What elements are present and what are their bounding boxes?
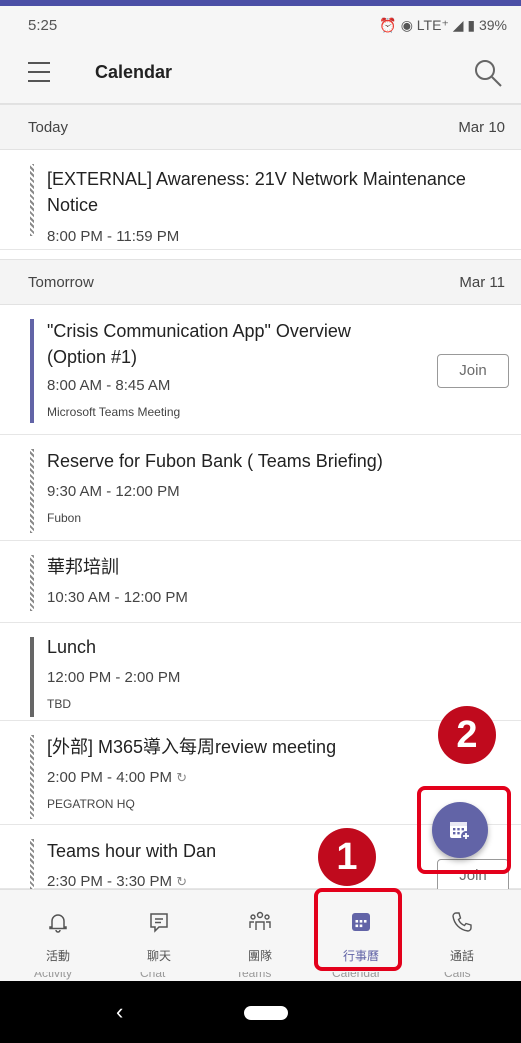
- event-title: "Crisis Communication App" Overview: [47, 321, 351, 341]
- recurring-icon: ↻: [176, 770, 188, 785]
- event-location: Fubon: [47, 511, 82, 525]
- event-title: Lunch: [47, 637, 97, 657]
- event-title: 華邦培訓: [47, 557, 119, 577]
- nav-label: 通話: [449, 949, 474, 963]
- menu-icon[interactable]: [28, 62, 52, 84]
- event-status-bar: [30, 637, 34, 717]
- bottom-nav: 活動 聊天 團隊 行事曆 通話 Activity Chat Teams Cale…: [0, 889, 521, 981]
- event-item[interactable]: "Crisis Communication App" Overview (Opt…: [0, 305, 521, 435]
- status-time: 5:25: [28, 17, 58, 34]
- nav-label: 活動: [45, 949, 70, 963]
- nav-label: 聊天: [146, 949, 171, 963]
- event-time: 2:30 PM - 3:30 PM: [47, 873, 173, 890]
- event-location: PEGATRON HQ: [47, 797, 135, 811]
- join-button[interactable]: Join: [437, 354, 509, 388]
- event-status-bar: [30, 449, 34, 533]
- event-time-row: 2:30 PM - 3:30 PM ↻: [47, 873, 187, 890]
- nav-item-calls[interactable]: 通話: [412, 890, 512, 970]
- day-header-today: Today Mar 10: [0, 104, 521, 150]
- status-bar: 5:25 ⏰ ◉ LTE⁺ ◢ ▮ 39%: [0, 6, 521, 46]
- nav-ghost-label: Teams: [236, 972, 272, 980]
- event-location: TBD: [47, 697, 71, 711]
- event-title-continued: Notice: [47, 195, 99, 215]
- day-date: Mar 11: [459, 274, 505, 291]
- event-title: Teams hour with Dan: [47, 841, 217, 861]
- callout-badge-1: 1: [318, 828, 376, 886]
- nav-ghost-label: Calls: [444, 972, 471, 980]
- highlight-box-new-event: [417, 786, 511, 874]
- event-title: [外部] M365導入每周review meeting: [47, 737, 337, 757]
- home-button[interactable]: [244, 1006, 288, 1020]
- nav-ghost-label: Chat: [140, 972, 166, 980]
- event-item[interactable]: 華邦培訓 10:30 AM - 12:00 PM: [0, 541, 521, 623]
- event-status-bar: [30, 555, 34, 611]
- nav-item-chat[interactable]: 聊天: [109, 890, 209, 970]
- nav-ghost-label: Calendar: [332, 972, 381, 980]
- status-indicators: ⏰ ◉ LTE⁺ ◢ ▮ 39%: [379, 17, 507, 33]
- nav-item-teams[interactable]: 團隊: [210, 890, 310, 970]
- event-location: Microsoft Teams Meeting: [47, 405, 181, 419]
- event-title: [EXTERNAL] Awareness: 21V Network Mainte…: [47, 169, 466, 189]
- event-status-bar: [30, 164, 34, 236]
- event-time: 10:30 AM - 12:00 PM: [47, 589, 188, 606]
- event-status-bar: [30, 839, 34, 889]
- chat-icon: [150, 913, 168, 933]
- recurring-icon: ↻: [176, 874, 188, 889]
- nav-label: 團隊: [247, 949, 272, 963]
- event-status-bar: [30, 735, 34, 819]
- event-time: 2:00 PM - 4:00 PM: [47, 769, 173, 786]
- event-time: 8:00 PM - 11:59 PM: [47, 228, 180, 245]
- highlight-box-calendar-tab: [314, 888, 402, 971]
- teams-icon: [249, 911, 271, 930]
- event-time-row: 2:00 PM - 4:00 PM ↻: [47, 769, 187, 786]
- callout-badge-2: 2: [438, 706, 496, 764]
- day-label: Tomorrow: [28, 274, 94, 291]
- search-icon[interactable]: [473, 58, 503, 88]
- day-date: Mar 10: [458, 119, 505, 136]
- event-status-bar: [30, 319, 34, 423]
- nav-ghost-label: Activity: [34, 972, 73, 980]
- event-item[interactable]: Reserve for Fubon Bank ( Teams Briefing)…: [0, 435, 521, 541]
- day-label: Today: [28, 119, 69, 136]
- event-title: Reserve for Fubon Bank ( Teams Briefing): [47, 451, 383, 471]
- back-icon[interactable]: ‹: [116, 999, 123, 1025]
- nav-item-activity[interactable]: 活動: [8, 890, 108, 970]
- page-title: Calendar: [95, 62, 173, 82]
- event-item[interactable]: [EXTERNAL] Awareness: 21V Network Mainte…: [0, 150, 521, 250]
- event-time: 9:30 AM - 12:00 PM: [47, 483, 180, 500]
- day-header-tomorrow: Tomorrow Mar 11: [0, 259, 521, 305]
- event-item[interactable]: Lunch 12:00 PM - 2:00 PM TBD: [0, 623, 521, 721]
- event-time: 8:00 AM - 8:45 AM: [47, 377, 171, 394]
- system-nav-bar: ‹: [0, 981, 521, 1043]
- app-bar: Calendar: [0, 46, 521, 104]
- event-time: 12:00 PM - 2:00 PM: [47, 669, 181, 686]
- event-title-continued: (Option #1): [47, 347, 138, 367]
- bell-icon: [49, 914, 67, 933]
- phone-icon: [452, 912, 472, 932]
